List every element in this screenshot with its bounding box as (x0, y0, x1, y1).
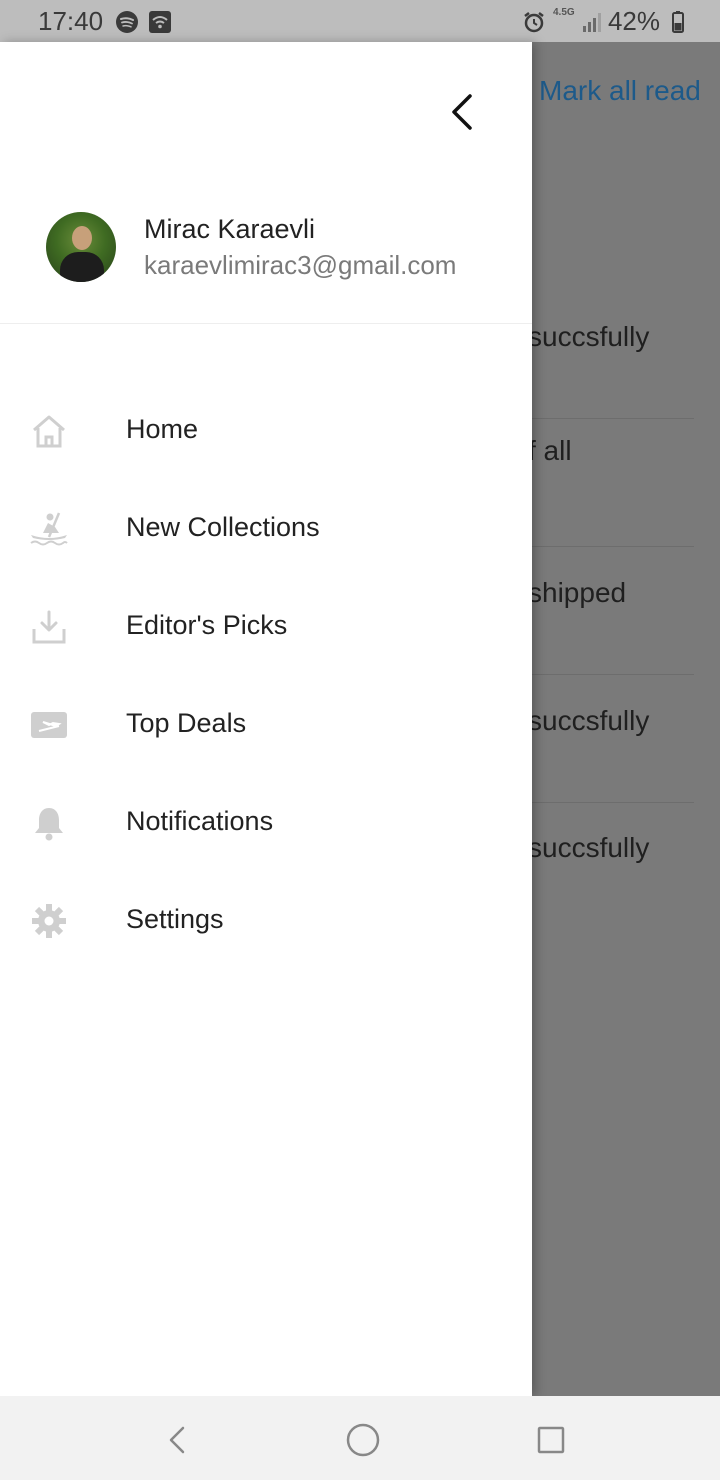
gear-icon (32, 904, 66, 938)
mark-all-read-link[interactable]: Mark all read (539, 75, 701, 107)
divider (532, 546, 694, 547)
notification-text: succsfully (528, 321, 650, 352)
download-tray-icon (32, 610, 66, 644)
menu-item-home[interactable]: Home (0, 382, 532, 480)
navigation-drawer: Mirac Karaevli karaevlimirac3@gmail.com … (0, 42, 532, 1396)
menu-item-label: Top Deals (126, 708, 247, 738)
notification-text: f all (528, 435, 572, 466)
wifi-icon (149, 11, 171, 33)
menu-item-label: Notifications (126, 806, 274, 836)
nav-recents-icon[interactable] (531, 1420, 571, 1460)
notification-text: succsfully (528, 832, 650, 863)
battery-percent: 42% (607, 6, 660, 36)
alarm-icon (524, 12, 544, 33)
menu-item-label: Settings (126, 904, 224, 934)
status-bar: 17:40 4.5G 42% (0, 0, 720, 42)
menu-item-label: Home (126, 414, 199, 444)
flight-ticket-icon (31, 712, 67, 738)
profile-email: karaevlimirac3@gmail.com (144, 250, 457, 280)
divider (532, 674, 694, 675)
network-type: 4.5G (553, 7, 575, 18)
close-drawer-chevron-icon[interactable] (442, 90, 482, 134)
status-time: 17:40 (38, 6, 104, 36)
signal-icon (583, 13, 601, 32)
kayak-icon (30, 512, 68, 546)
avatar (46, 212, 116, 282)
menu-item-notifications[interactable]: Notifications (0, 774, 532, 872)
system-nav-bar (0, 1396, 720, 1480)
profile-name: Mirac Karaevli (144, 214, 316, 244)
divider (532, 418, 694, 419)
profile-header[interactable]: Mirac Karaevli karaevlimirac3@gmail.com (0, 192, 532, 322)
notification-text: succsfully (528, 705, 650, 736)
divider (0, 323, 532, 324)
divider (532, 802, 694, 803)
drawer-menu: Home New Collections Editor's Picks Top … (0, 382, 532, 970)
bell-icon (35, 808, 63, 841)
nav-back-icon[interactable] (158, 1420, 198, 1460)
nav-home-icon[interactable] (343, 1420, 383, 1460)
menu-item-label: Editor's Picks (126, 610, 288, 640)
menu-item-settings[interactable]: Settings (0, 872, 532, 970)
battery-icon (672, 11, 684, 33)
home-icon (33, 415, 65, 448)
menu-item-label: New Collections (126, 512, 320, 542)
spotify-icon (116, 11, 138, 33)
menu-item-new-collections[interactable]: New Collections (0, 480, 532, 578)
menu-item-editors-picks[interactable]: Editor's Picks (0, 578, 532, 676)
notification-text: shipped (528, 577, 627, 608)
menu-item-top-deals[interactable]: Top Deals (0, 676, 532, 774)
